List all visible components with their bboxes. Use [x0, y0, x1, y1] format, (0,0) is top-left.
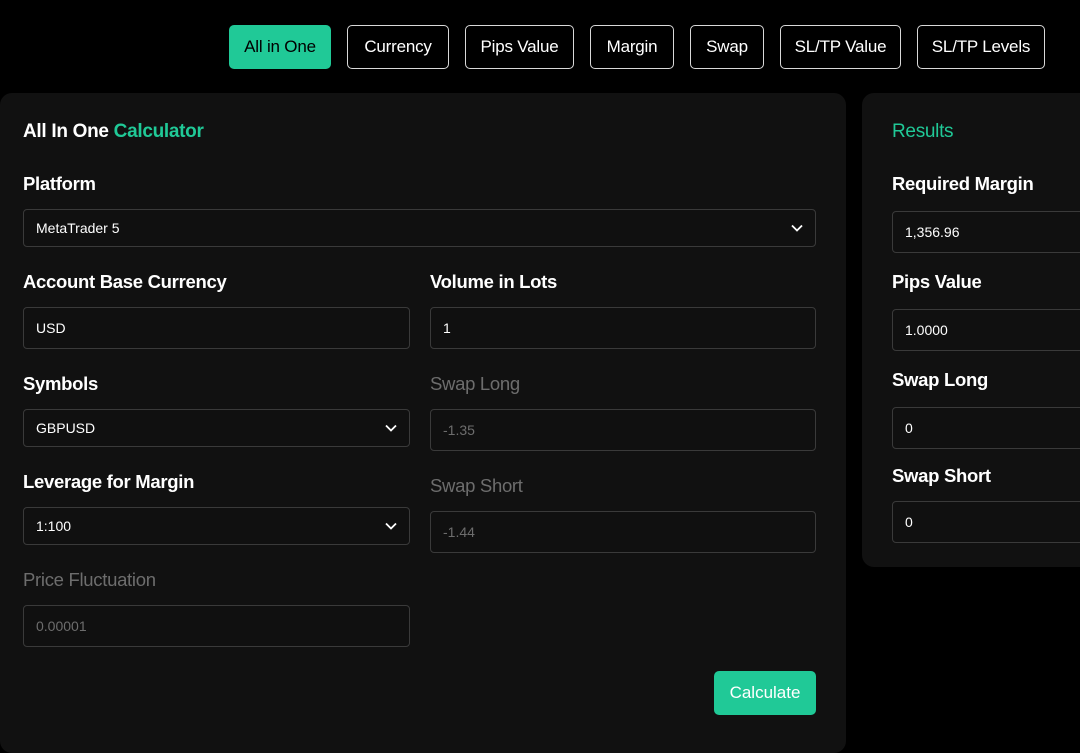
tab-sl-tp-value[interactable]: SL/TP Value [780, 25, 901, 69]
platform-select[interactable]: MetaTrader 5 [23, 209, 816, 247]
tab-currency[interactable]: Currency [347, 25, 449, 69]
platform-label: Platform [23, 173, 96, 194]
price-fluctuation-label: Price Fluctuation [23, 569, 156, 590]
results-title: Results [892, 121, 954, 142]
leverage-value: 1:100 [36, 518, 72, 534]
calculate-button[interactable]: Calculate [714, 671, 816, 715]
leverage-for-margin-label: Leverage for Margin [23, 471, 195, 492]
swap-short-input: -1.44 [430, 511, 816, 553]
results-swap-short-output: 0 [892, 501, 1080, 543]
required-margin-label: Required Margin [892, 173, 1034, 194]
pips-value-label: Pips Value [892, 271, 982, 292]
tab-all-in-one[interactable]: All in One [229, 25, 331, 69]
pips-value-output: 1.0000 [892, 309, 1080, 351]
calculator-title: All In One Calculator [23, 121, 204, 143]
calculator-title-accent: Calculator [113, 121, 204, 142]
platform-value: MetaTrader 5 [36, 220, 120, 236]
chevron-down-icon [385, 522, 397, 530]
tab-swap[interactable]: Swap [690, 25, 764, 69]
calculator-tabs: All in One Currency Pips Value Margin Sw… [0, 25, 1080, 69]
results-swap-short-label: Swap Short [892, 465, 991, 486]
account-base-currency-input[interactable]: USD [23, 307, 410, 349]
results-panel: Results Required Margin 1,356.96 Pips Va… [862, 93, 1080, 567]
swap-long-input: -1.35 [430, 409, 816, 451]
swap-long-label: Swap Long [430, 373, 520, 394]
symbols-value: GBPUSD [36, 420, 96, 436]
volume-in-lots-input[interactable]: 1 [430, 307, 816, 349]
calculator-title-main: All In One [23, 121, 109, 142]
tab-pips-value[interactable]: Pips Value [465, 25, 574, 69]
tab-sl-tp-levels[interactable]: SL/TP Levels [917, 25, 1045, 69]
symbols-select[interactable]: GBPUSD [23, 409, 410, 447]
volume-in-lots-label: Volume in Lots [430, 271, 558, 292]
calculator-panel: All In One Calculator Platform MetaTrade… [0, 93, 846, 753]
swap-short-label: Swap Short [430, 475, 523, 496]
tab-margin[interactable]: Margin [590, 25, 674, 69]
symbols-label: Symbols [23, 373, 99, 394]
required-margin-output: 1,356.96 [892, 211, 1080, 253]
leverage-select[interactable]: 1:100 [23, 507, 410, 545]
chevron-down-icon [385, 424, 397, 432]
results-swap-long-label: Swap Long [892, 369, 988, 390]
results-swap-long-output: 0 [892, 407, 1080, 449]
price-fluctuation-input: 0.00001 [23, 605, 410, 647]
chevron-down-icon [791, 224, 803, 232]
account-base-currency-label: Account Base Currency [23, 271, 227, 292]
